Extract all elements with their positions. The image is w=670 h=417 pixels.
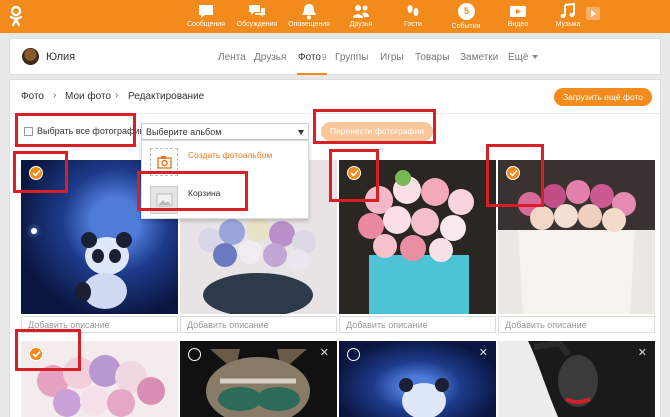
ok-logo-icon[interactable] bbox=[8, 5, 24, 27]
unselected-check[interactable] bbox=[188, 348, 201, 361]
album-select-value: Выберите альбом bbox=[146, 127, 222, 137]
panda-illustration bbox=[75, 232, 132, 309]
friends-icon bbox=[353, 5, 369, 18]
dropdown-item-label: Создать фотоальбом bbox=[188, 150, 273, 160]
chevron-down-icon bbox=[532, 55, 539, 59]
tab-more[interactable]: Ещё bbox=[508, 52, 539, 63]
tab-photos[interactable]: Фото9 bbox=[298, 52, 326, 63]
nav-label: Друзья bbox=[349, 21, 373, 28]
annotation-box bbox=[137, 171, 248, 211]
nav-friends[interactable]: Друзья bbox=[343, 0, 379, 33]
profile-bar: Юлия Лента Друзья Фото9 Группы Игры Това… bbox=[9, 38, 661, 75]
nav-messages[interactable]: Сообщения bbox=[186, 0, 226, 33]
dropdown-arrow-icon bbox=[298, 130, 304, 135]
woman-portrait-illustration bbox=[528, 341, 655, 417]
footprints-icon bbox=[407, 5, 419, 16]
tab-groups[interactable]: Группы bbox=[335, 52, 368, 63]
nav-video[interactable]: Видео bbox=[503, 0, 533, 33]
close-icon[interactable]: ✕ bbox=[638, 346, 647, 359]
tab-games[interactable]: Игры bbox=[380, 52, 404, 63]
nav-guests[interactable]: Гости bbox=[398, 0, 428, 33]
breadcrumb-separator-icon: › bbox=[115, 90, 119, 101]
annotation-box bbox=[313, 109, 436, 144]
tab-notes[interactable]: Заметки bbox=[460, 52, 498, 63]
tab-feed[interactable]: Лента bbox=[218, 52, 246, 63]
annotation-box bbox=[486, 144, 544, 207]
video-icon bbox=[510, 6, 526, 17]
raccoon-illustration bbox=[206, 349, 310, 417]
top-navigation-bar: Сообщения Обсуждения Оповещения Друзья Г… bbox=[0, 0, 670, 33]
nav-label: События bbox=[451, 23, 481, 30]
discussions-icon bbox=[249, 5, 265, 17]
tab-friends[interactable]: Друзья bbox=[254, 52, 286, 63]
photo-tile[interactable]: ✕ bbox=[180, 341, 337, 417]
unselected-check[interactable] bbox=[347, 348, 360, 361]
annotation-box bbox=[13, 151, 68, 193]
tab-photos-count: 9 bbox=[321, 53, 327, 62]
breadcrumb-my-photos[interactable]: Мои фото bbox=[65, 91, 111, 102]
nav-label: Обсуждения bbox=[236, 21, 278, 28]
nav-music[interactable]: Музыка bbox=[553, 0, 583, 33]
profile-name[interactable]: Юлия bbox=[46, 51, 75, 63]
nav-notifications[interactable]: Оповещения bbox=[286, 0, 332, 33]
messages-icon bbox=[199, 5, 213, 18]
upload-more-photos-button[interactable]: Загрузить ещё фото bbox=[554, 88, 652, 106]
avatar[interactable] bbox=[22, 48, 39, 65]
nav-events[interactable]: 5 События bbox=[446, 0, 486, 33]
close-icon[interactable]: ✕ bbox=[320, 346, 329, 359]
annotation-box bbox=[15, 329, 81, 371]
close-icon[interactable]: ✕ bbox=[479, 346, 488, 359]
nav-label: Оповещения bbox=[288, 21, 330, 28]
nav-discussions[interactable]: Обсуждения bbox=[234, 0, 280, 33]
photo-description-input[interactable]: Добавить описание bbox=[339, 316, 496, 333]
photo-description-input[interactable]: Добавить описание bbox=[180, 316, 337, 333]
bell-icon bbox=[302, 4, 316, 20]
active-tab-indicator bbox=[297, 73, 327, 75]
panda-illustration bbox=[399, 378, 449, 417]
annotation-box bbox=[329, 149, 379, 202]
tab-more-label: Ещё bbox=[508, 52, 529, 63]
album-select[interactable]: Выберите альбом bbox=[141, 123, 309, 140]
events-badge: 5 bbox=[458, 3, 475, 20]
nav-label: Гости bbox=[404, 21, 422, 28]
play-icon[interactable] bbox=[586, 7, 600, 20]
photo-tile[interactable]: ✕ bbox=[339, 341, 496, 417]
breadcrumb-separator-icon: › bbox=[53, 90, 57, 101]
nav-label: Сообщения bbox=[187, 21, 225, 28]
music-icon bbox=[560, 3, 575, 18]
nav-label: Видео bbox=[507, 21, 529, 28]
tab-photos-label: Фото bbox=[298, 52, 321, 63]
breadcrumb-current: Редактирование bbox=[128, 91, 205, 102]
photo-tile[interactable]: ✕ bbox=[498, 341, 655, 417]
annotation-box bbox=[15, 113, 136, 147]
photo-description-input[interactable]: Добавить описание bbox=[498, 316, 655, 333]
add-photo-icon bbox=[157, 156, 172, 169]
tab-goods[interactable]: Товары bbox=[415, 52, 449, 63]
breadcrumb-photos[interactable]: Фото bbox=[21, 91, 44, 102]
nav-label: Музыка bbox=[555, 21, 581, 28]
